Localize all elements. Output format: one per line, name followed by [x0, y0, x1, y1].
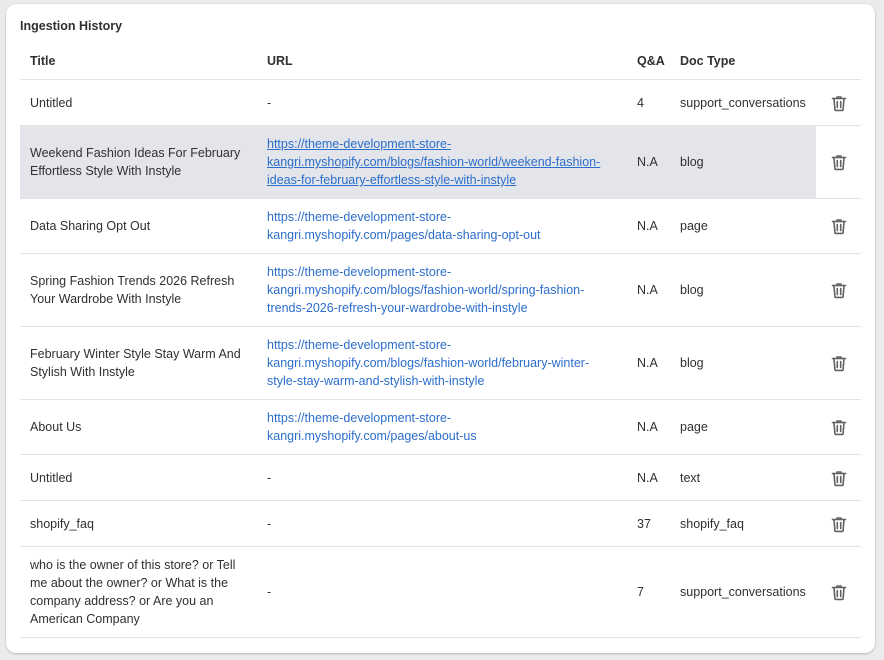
trash-icon[interactable] [830, 515, 848, 533]
column-header-url: URL [257, 43, 627, 80]
table-row: Data Sharing Opt Out https://theme-devel… [20, 198, 861, 254]
row-doc-type: page [670, 399, 816, 455]
row-doc-type: support_conversations [670, 546, 816, 638]
trash-icon[interactable] [830, 354, 848, 372]
row-qa: N.A [627, 326, 670, 400]
row-qa: 7 [627, 546, 670, 638]
row-url-link[interactable]: https://theme-development-store-kangri.m… [267, 411, 477, 443]
table-row: Weekend Fashion Ideas For February Effor… [20, 125, 861, 199]
row-url-link[interactable]: https://theme-development-store-kangri.m… [267, 210, 541, 242]
row-url: - [257, 546, 627, 638]
table-row: February Winter Style Stay Warm And Styl… [20, 326, 861, 400]
table-row: Untitled - N.A text [20, 454, 861, 501]
row-title: who is the owner of this store? or Tell … [20, 546, 257, 638]
table-row: who is the owner of this store? or Tell … [20, 546, 861, 638]
row-url: - [257, 454, 627, 501]
trash-icon[interactable] [830, 281, 848, 299]
row-url: - [257, 500, 627, 547]
table-header-row: Title URL Q&A Doc Type [20, 43, 861, 80]
row-title: shopify_faq [20, 500, 257, 547]
column-header-doc-type: Doc Type [670, 43, 816, 80]
trash-icon[interactable] [830, 469, 848, 487]
row-url: - [257, 79, 627, 126]
row-title: February Winter Style Stay Warm And Styl… [20, 326, 257, 400]
row-doc-type: blog [670, 125, 816, 199]
row-doc-type: text [670, 454, 816, 501]
row-title: Weekend Fashion Ideas For February Effor… [20, 125, 257, 199]
row-doc-type: blog [670, 253, 816, 327]
row-doc-type: blog [670, 326, 816, 400]
column-header-actions [816, 43, 861, 80]
row-doc-type: shopify_faq [670, 500, 816, 547]
trash-icon[interactable] [830, 217, 848, 235]
row-qa: N.A [627, 198, 670, 254]
row-title: About Us [20, 399, 257, 455]
ingestion-history-card: Ingestion History Title URL Q&A Doc Type… [6, 4, 875, 653]
row-qa: 37 [627, 500, 670, 547]
row-url-link[interactable]: https://theme-development-store-kangri.m… [267, 137, 600, 187]
row-qa: N.A [627, 253, 670, 327]
row-title: Untitled [20, 454, 257, 501]
trash-icon[interactable] [830, 418, 848, 436]
column-header-qa: Q&A [627, 43, 670, 80]
table-row: Untitled - 4 support_conversations [20, 79, 861, 126]
column-header-title: Title [20, 43, 257, 80]
row-url-link[interactable]: https://theme-development-store-kangri.m… [267, 265, 584, 315]
table-row: Spring Fashion Trends 2026 Refresh Your … [20, 253, 861, 327]
trash-icon[interactable] [830, 153, 848, 171]
row-url-link[interactable]: https://theme-development-store-kangri.m… [267, 338, 589, 388]
row-title: Spring Fashion Trends 2026 Refresh Your … [20, 253, 257, 327]
ingestion-table: Title URL Q&A Doc Type Untitled - 4 supp… [20, 43, 861, 638]
row-qa: N.A [627, 125, 670, 199]
row-doc-type: page [670, 198, 816, 254]
table-row: shopify_faq - 37 shopify_faq [20, 500, 861, 547]
row-qa: N.A [627, 454, 670, 501]
row-qa: 4 [627, 79, 670, 126]
trash-icon[interactable] [830, 94, 848, 112]
table-row: About Us https://theme-development-store… [20, 399, 861, 455]
row-title: Untitled [20, 79, 257, 126]
row-qa: N.A [627, 399, 670, 455]
trash-icon[interactable] [830, 583, 848, 601]
row-doc-type: support_conversations [670, 79, 816, 126]
row-title: Data Sharing Opt Out [20, 198, 257, 254]
card-title: Ingestion History [20, 19, 123, 33]
